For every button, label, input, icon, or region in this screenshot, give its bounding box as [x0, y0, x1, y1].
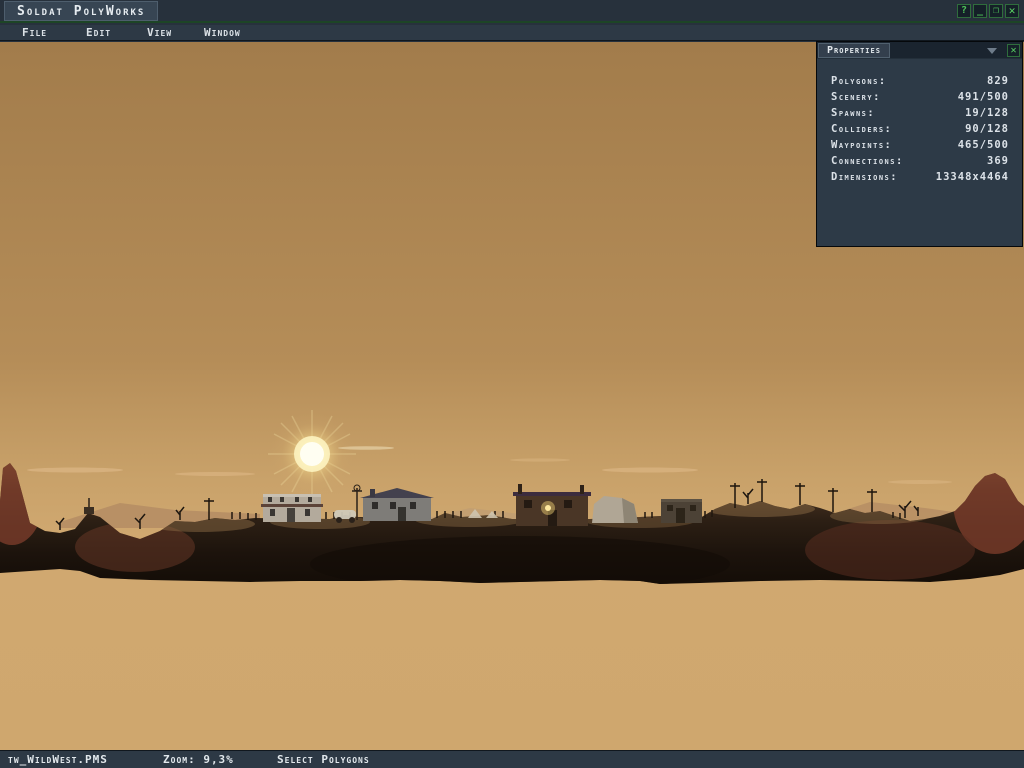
- properties-tab[interactable]: Properties: [818, 43, 890, 58]
- prop-label: Colliders:: [831, 123, 892, 135]
- prop-value: 13348x4464: [936, 171, 1009, 183]
- restore-button[interactable]: ❐: [989, 4, 1003, 18]
- menu-edit[interactable]: Edit: [86, 26, 111, 39]
- prop-label: Connections:: [831, 155, 904, 167]
- status-bar: tw_WildWest.PMS Zoom: 9,3% Select Polygo…: [0, 750, 1024, 768]
- prop-row-connections: Connections: 369: [817, 153, 1022, 169]
- prop-row-polygons: Polygons: 829: [817, 73, 1022, 89]
- menu-window[interactable]: Window: [204, 26, 241, 39]
- menu-view[interactable]: View: [147, 26, 172, 39]
- close-button[interactable]: ✕: [1005, 4, 1019, 18]
- prop-value: 369: [987, 155, 1009, 167]
- prop-row-dimensions: Dimensions: 13348x4464: [817, 169, 1022, 185]
- sun: [268, 410, 356, 498]
- panel-close-button[interactable]: ✕: [1007, 44, 1020, 57]
- prop-row-spawns: Spawns: 19/128: [817, 105, 1022, 121]
- prop-row-scenery: Scenery: 491/500: [817, 89, 1022, 105]
- properties-panel-header[interactable]: Properties ✕: [817, 42, 1022, 59]
- title-bar: Soldat PolyWorks ? _ ❐ ✕: [0, 0, 1024, 23]
- prop-label: Dimensions:: [831, 171, 898, 183]
- prop-label: Waypoints:: [831, 139, 892, 151]
- prop-row-colliders: Colliders: 90/128: [817, 121, 1022, 137]
- properties-panel: Properties ✕ Polygons: 829 Scenery: 491/…: [816, 41, 1023, 247]
- prop-label: Polygons:: [831, 75, 887, 87]
- menu-bar: File Edit View Window: [0, 25, 1024, 41]
- building-white-store: [261, 494, 323, 522]
- building-small-store: [661, 499, 702, 523]
- status-file-name: tw_WildWest.PMS: [8, 753, 108, 766]
- prop-value: 465/500: [958, 139, 1009, 151]
- properties-list: Polygons: 829 Scenery: 491/500 Spawns: 1…: [817, 59, 1022, 185]
- help-button[interactable]: ?: [957, 4, 971, 18]
- prop-value: 19/128: [965, 107, 1009, 119]
- menu-file[interactable]: File: [22, 26, 47, 39]
- prop-value: 491/500: [958, 91, 1009, 103]
- chevron-down-icon[interactable]: [987, 48, 997, 54]
- prop-label: Spawns:: [831, 107, 875, 119]
- window-controls: ? _ ❐ ✕: [957, 4, 1019, 18]
- status-tool-mode: Select Polygons: [277, 753, 370, 766]
- minimize-button[interactable]: _: [973, 4, 987, 18]
- prop-value: 90/128: [965, 123, 1009, 135]
- prop-value: 829: [987, 75, 1009, 87]
- app-title: Soldat PolyWorks: [4, 1, 158, 21]
- prop-label: Scenery:: [831, 91, 881, 103]
- prop-row-waypoints: Waypoints: 465/500: [817, 137, 1022, 153]
- status-zoom-level: Zoom: 9,3%: [163, 753, 234, 766]
